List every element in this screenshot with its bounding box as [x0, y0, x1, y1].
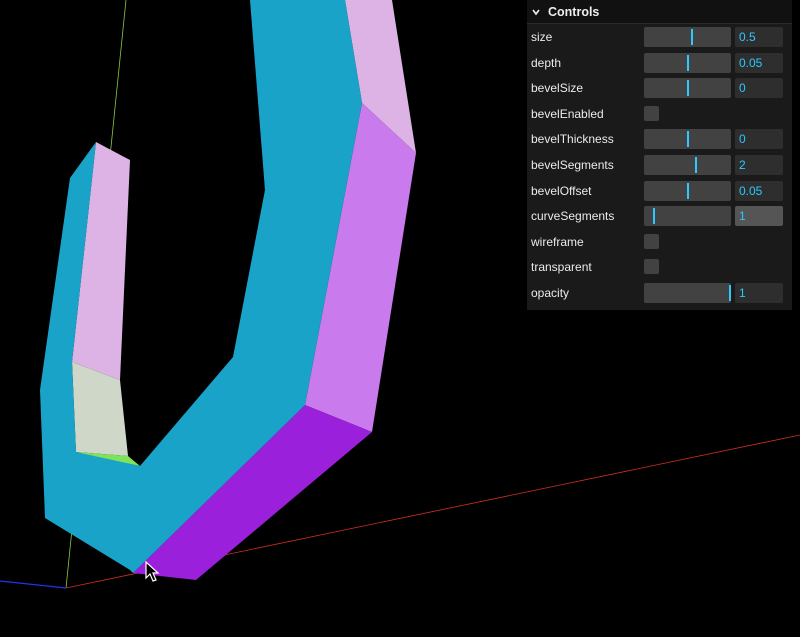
control-row-bevelEnabled: bevelEnabled — [527, 101, 792, 127]
wireframe-checkbox[interactable] — [644, 233, 659, 249]
depth-slider[interactable] — [644, 52, 731, 73]
bevelSegments-number-input[interactable]: 2 — [735, 154, 783, 175]
controls-panel: Controls size 0.5 depth 0.05 bevelSize 0 bevel… — [527, 0, 792, 310]
slider-thumb[interactable] — [687, 131, 689, 148]
chevron-down-icon — [532, 9, 540, 15]
bevelEnabled-checkbox[interactable] — [644, 105, 659, 121]
controls-header[interactable]: Controls — [527, 0, 792, 24]
bevelOffset-number-input[interactable]: 0.05 — [735, 180, 783, 201]
control-row-wireframe: wireframe — [527, 229, 792, 255]
control-row-depth: depth 0.05 — [527, 50, 792, 76]
slider-thumb[interactable] — [653, 208, 655, 225]
opacity-number-input[interactable]: 1 — [735, 282, 783, 303]
bevelThickness-number-input[interactable]: 0 — [735, 129, 783, 150]
axis-z-line — [0, 580, 67, 589]
control-label: size — [531, 30, 553, 44]
depth-number-input[interactable]: 0.05 — [735, 52, 783, 73]
size-slider[interactable] — [644, 27, 731, 47]
text-mesh — [40, 0, 416, 580]
controls-title: Controls — [548, 4, 600, 19]
bevelSegments-slider[interactable] — [644, 154, 731, 175]
control-label: curveSegments — [531, 209, 615, 224]
curveSegments-number-input[interactable]: 1 — [735, 206, 783, 227]
control-label: bevelOffset — [531, 183, 592, 198]
control-label: bevelSegments — [531, 157, 614, 172]
control-row-size: size 0.5 — [527, 24, 792, 50]
control-label: transparent — [531, 260, 592, 275]
bevelOffset-slider[interactable] — [644, 180, 731, 201]
control-row-bevelSegments: bevelSegments 2 — [527, 152, 792, 178]
control-row-curveSegments: curveSegments 1 — [527, 203, 792, 229]
size-number-input[interactable]: 0.5 — [735, 27, 783, 47]
transparent-checkbox[interactable] — [644, 259, 659, 275]
opacity-slider[interactable] — [644, 282, 731, 303]
control-row-bevelOffset: bevelOffset 0.05 — [527, 178, 792, 204]
slider-thumb[interactable] — [691, 29, 693, 45]
control-row-transparent: transparent — [527, 254, 792, 280]
slider-thumb[interactable] — [687, 54, 689, 71]
control-label: wireframe — [531, 234, 584, 249]
slider-thumb[interactable] — [729, 284, 731, 301]
control-row-opacity: opacity 1 — [527, 280, 792, 306]
bevelSize-slider[interactable] — [644, 78, 731, 99]
slider-thumb[interactable] — [695, 156, 697, 173]
control-label: bevelSize — [531, 81, 584, 96]
control-label: depth — [531, 55, 562, 70]
control-row-bevelSize: bevelSize 0 — [527, 75, 792, 101]
bevelSize-number-input[interactable]: 0 — [735, 78, 783, 99]
curveSegments-slider[interactable] — [644, 206, 731, 227]
slider-thumb[interactable] — [687, 182, 689, 199]
controls-list: size 0.5 depth 0.05 bevelSize 0 bevelEnabled be… — [527, 24, 792, 306]
control-label: bevelEnabled — [531, 106, 604, 121]
control-row-bevelThickness: bevelThickness 0 — [527, 126, 792, 152]
control-label: opacity — [531, 285, 570, 300]
control-label: bevelThickness — [531, 132, 614, 147]
bevelThickness-slider[interactable] — [644, 129, 731, 150]
slider-thumb[interactable] — [687, 80, 689, 97]
